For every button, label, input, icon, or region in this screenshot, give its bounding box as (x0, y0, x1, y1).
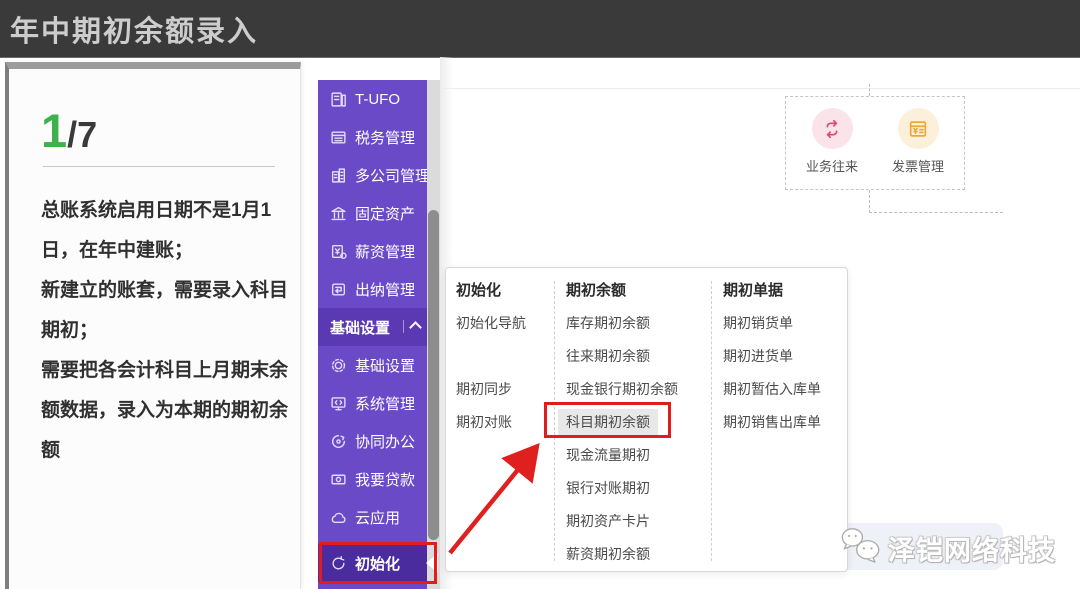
screenshot-root: 年中期初余额录入 1/7 总账系统启用日期不是1月1日，在年中建账； 新建立的账… (0, 0, 1080, 589)
sidebar-item-label: 系统管理 (355, 393, 415, 414)
content-top-border (441, 88, 1080, 89)
menu-item[interactable]: 期初销售出库单 (723, 406, 843, 439)
module-label: 发票管理 (892, 156, 944, 175)
collab-icon (329, 432, 347, 450)
sidebar-item-label: 云应用 (355, 507, 400, 528)
menu-item[interactable]: 期初暂估入库单 (723, 373, 843, 406)
report-icon (329, 90, 347, 108)
dashed-connector (869, 84, 870, 96)
watermark: 泽铠网络科技 (838, 524, 1056, 573)
sidebar-item[interactable]: 基础设置 (318, 346, 427, 384)
step-description: 总账系统启用日期不是1月1日，在年中建账； 新建立的账套，需要录入科目期初； 需… (41, 191, 299, 471)
flyout-column-header: 期初余额 (566, 274, 712, 307)
invoice-icon (898, 108, 939, 149)
salary-icon (329, 242, 347, 260)
bank-icon (329, 204, 347, 222)
sidebar-item-label: T-UFO (355, 91, 400, 108)
sidebar-scrollbar[interactable] (427, 80, 440, 589)
loan-icon (329, 470, 347, 488)
menu-item-label: 期初销售出库单 (723, 414, 821, 430)
dashed-connector (869, 212, 1003, 213)
step-card: 1/7 总账系统启用日期不是1月1日，在年中建账； 新建立的账套，需要录入科目期… (5, 62, 301, 589)
sidebar-item-label: 基础设置 (330, 317, 390, 338)
flyout-column-header: 初始化 (456, 274, 556, 307)
sidebar-item[interactable]: 系统管理 (318, 384, 427, 422)
transfer-icon (812, 108, 853, 149)
gear-icon (329, 356, 347, 374)
flyout-column: 期初单据期初销货单期初进货单期初暂估入库单期初销售出库单 (723, 274, 843, 439)
menu-item-label: 初始化导航 (456, 315, 526, 331)
menu-item[interactable]: 初始化导航 (456, 307, 556, 340)
cashier-icon (329, 280, 347, 298)
menu-item-label: 期初资产卡片 (566, 513, 650, 529)
menu-item[interactable]: 库存期初余额 (566, 307, 712, 340)
menu-item-label: 期初对账 (456, 414, 512, 430)
sidebar-item[interactable]: 出纳管理 (318, 270, 427, 308)
sidebar-item-label: 固定资产 (355, 203, 415, 224)
module-label: 业务往来 (806, 156, 858, 175)
menu-item[interactable]: 往来期初余额 (566, 340, 712, 373)
sidebar-item[interactable]: 薪资管理 (318, 232, 427, 270)
sidebar-item[interactable]: 多公司管理 (318, 156, 427, 194)
step-description-line: 需要把各会计科目上月期末余额数据，录入为本期的期初余额 (41, 351, 299, 471)
menu-item-label: 往来期初余额 (566, 348, 650, 364)
buildings-icon (329, 166, 347, 184)
menu-item[interactable]: 现金流量期初 (566, 439, 712, 472)
scrollbar-thumb[interactable] (428, 210, 439, 540)
dashed-connector (869, 190, 870, 213)
monitor-icon (329, 394, 347, 412)
menu-item-label: 库存期初余额 (566, 315, 650, 331)
sidebar-item-label: 出纳管理 (355, 279, 415, 300)
sidebar-item-label: 基础设置 (355, 355, 415, 376)
sidebar-item[interactable]: 固定资产 (318, 194, 427, 232)
menu-item[interactable]: 期初进货单 (723, 340, 843, 373)
menu-item[interactable]: 期初对账 (456, 406, 556, 439)
divider (43, 166, 275, 167)
step-current: 1 (41, 104, 67, 157)
sidebar-item-label: 我要贷款 (355, 469, 415, 490)
module-tile[interactable]: 发票管理 (878, 108, 958, 175)
sidebar-item-label: 协同办公 (355, 431, 415, 452)
sidebar-menu: T-UFO税务管理多公司管理固定资产薪资管理出纳管理基础设置基础设置系统管理协同… (318, 80, 427, 589)
sidebar-item[interactable]: 我要贷款 (318, 460, 427, 498)
menu-item-label: 期初销货单 (723, 315, 793, 331)
red-highlight-box-init (319, 542, 437, 584)
step-indicator: 1/7 (9, 69, 300, 158)
sidebar-item[interactable]: 云应用 (318, 498, 427, 536)
menu-item[interactable]: 期初同步 (456, 373, 556, 406)
flyout-column-header: 期初单据 (723, 274, 843, 307)
module-tile[interactable]: 业务往来 (792, 108, 872, 175)
menu-item[interactable]: 期初资产卡片 (566, 505, 712, 538)
menu-item[interactable]: 银行对账期初 (566, 472, 712, 505)
sidebar-item-label: 税务管理 (355, 127, 415, 148)
wechat-icon (838, 524, 884, 573)
red-highlight-box-subject-balance (544, 402, 671, 438)
menu-item-label: 现金银行期初余额 (566, 381, 678, 397)
sidebar-item[interactable]: 税务管理 (318, 118, 427, 156)
sidebar-group-header[interactable]: 基础设置 (318, 308, 427, 346)
menu-item[interactable]: 期初销货单 (723, 307, 843, 340)
sidebar-item-label: 多公司管理 (355, 165, 430, 186)
watermark-text: 泽铠网络科技 (888, 529, 1056, 568)
flyout-column: 初始化初始化导航期初同步期初对账 (456, 274, 556, 439)
chevron-up-icon (403, 320, 420, 333)
sidebar-item-label: 薪资管理 (355, 241, 415, 262)
page-title: 年中期初余额录入 (0, 8, 258, 50)
menu-item-label: 期初进货单 (723, 348, 793, 364)
menu-item-label: 期初暂估入库单 (723, 381, 821, 397)
cloud-icon (329, 508, 347, 526)
tax-icon (329, 128, 347, 146)
menu-item-label: 薪资期初余额 (566, 546, 650, 562)
step-description-line: 新建立的账套，需要录入科目期初； (41, 271, 299, 351)
menu-item-label: 银行对账期初 (566, 480, 650, 496)
menu-item-label: 期初同步 (456, 381, 512, 397)
menu-item-label: 现金流量期初 (566, 447, 650, 463)
menu-item[interactable]: 薪资期初余额 (566, 538, 712, 571)
step-total: /7 (67, 114, 97, 155)
sidebar-item[interactable]: T-UFO (318, 80, 427, 118)
titlebar: 年中期初余额录入 (0, 0, 1080, 58)
sidebar-item[interactable]: 协同办公 (318, 422, 427, 460)
step-description-line: 总账系统启用日期不是1月1日，在年中建账； (41, 191, 299, 271)
module-shortcuts: 业务往来 发票管理 (785, 96, 965, 190)
